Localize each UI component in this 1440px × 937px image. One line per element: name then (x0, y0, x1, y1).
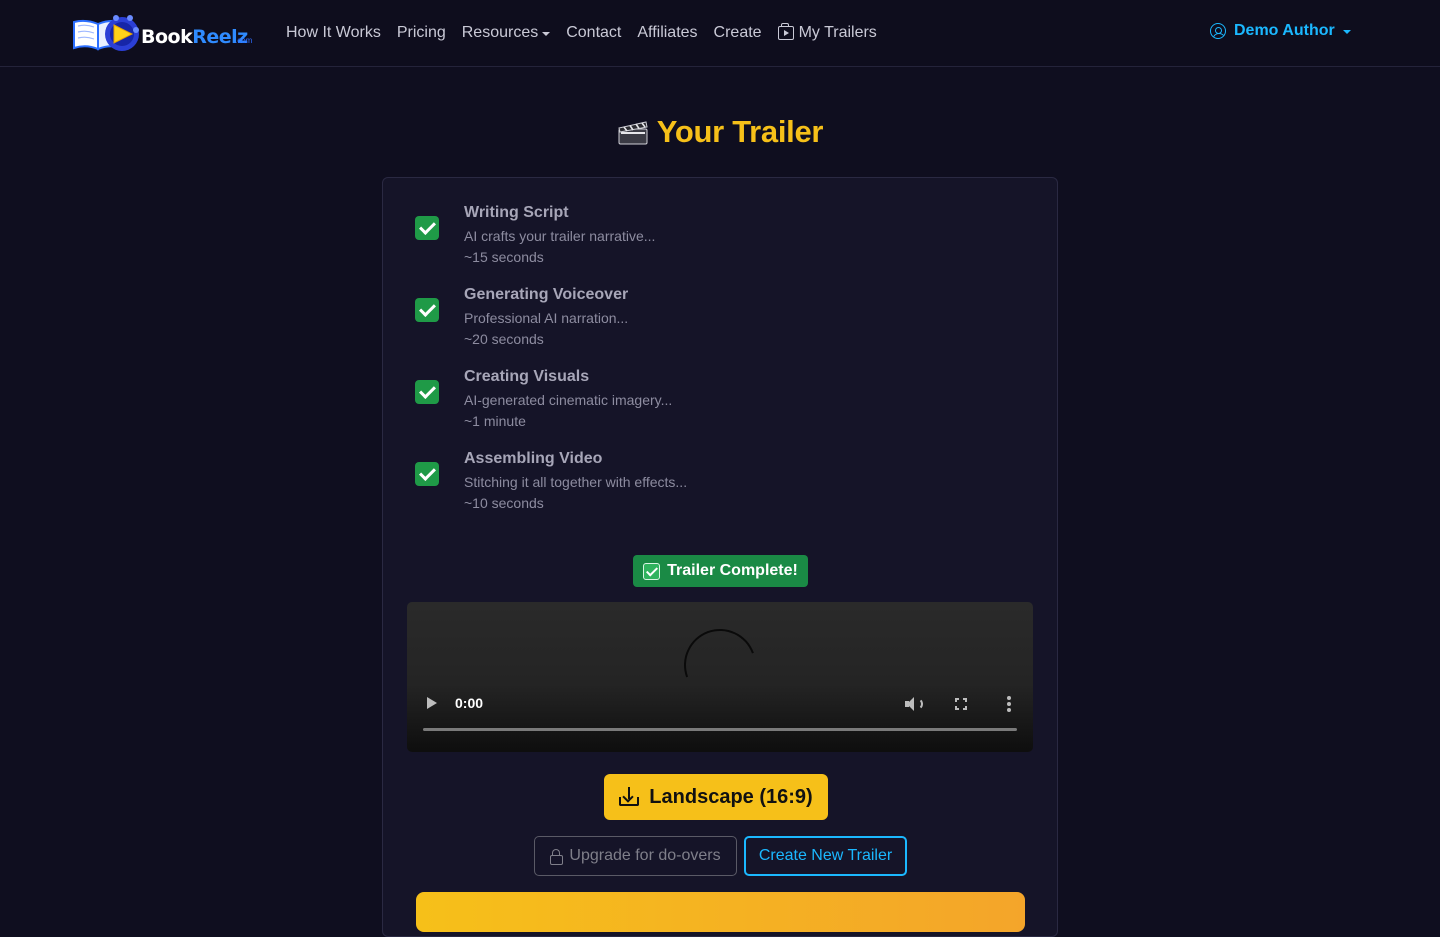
navbar: BookReelz .com How It Works Pricing Reso… (0, 0, 1440, 67)
status-badge-label: Trailer Complete! (667, 562, 798, 579)
video-time: 0:00 (455, 695, 484, 711)
download-landscape-button[interactable]: Landscape (16:9) (604, 774, 828, 820)
step-description: Stitching it all together with effects..… (464, 474, 688, 490)
nav-how-it-works[interactable]: How It Works (286, 24, 381, 42)
user-circle-icon (1210, 23, 1226, 39)
step-title: Assembling Video (464, 450, 603, 467)
page-title-text: Your Trailer (656, 114, 824, 149)
step-generating-voiceover: Generating Voiceover Professional AI nar… (415, 286, 975, 348)
loading-spinner-icon (672, 617, 768, 713)
download-label: Landscape (16:9) (649, 785, 813, 808)
step-description: Professional AI narration... (464, 310, 629, 326)
nav-my-trailers[interactable]: My Trailers (777, 23, 877, 42)
nav-pricing[interactable]: Pricing (397, 24, 446, 42)
step-title: Creating Visuals (464, 368, 590, 385)
nav-resources-dropdown[interactable]: Resources (461, 24, 551, 42)
page-title: Your Trailer (0, 114, 1440, 150)
create-new-trailer-button[interactable]: Create New Trailer (744, 836, 907, 876)
status-badge: Trailer Complete! (633, 555, 808, 587)
video-player[interactable]: 0:00 (407, 602, 1033, 752)
step-time: ~20 seconds (464, 331, 544, 347)
step-time: ~10 seconds (464, 495, 544, 511)
fullscreen-icon[interactable] (955, 698, 967, 710)
nav-my-trailers-label: My Trailers (798, 24, 877, 41)
chevron-down-icon (1342, 30, 1351, 34)
upgrade-button[interactable]: Upgrade for do-overs (534, 836, 737, 876)
step-time: ~15 seconds (464, 249, 544, 265)
video-progress-bar[interactable] (423, 728, 1017, 731)
volume-wave-icon (915, 698, 923, 710)
upgrade-label: Upgrade for do-overs (569, 847, 721, 864)
download-icon (619, 787, 640, 807)
brand-logo[interactable]: BookReelz .com (72, 12, 256, 54)
chevron-down-icon (542, 32, 551, 36)
check-icon (415, 216, 439, 240)
step-assembling-video: Assembling Video Stitching it all togeth… (415, 450, 975, 512)
step-description: AI-generated cinematic imagery... (464, 392, 673, 408)
nav-contact[interactable]: Contact (566, 24, 621, 42)
step-writing-script: Writing Script AI crafts your trailer na… (415, 204, 975, 266)
promo-banner[interactable] (416, 892, 1025, 932)
play-icon[interactable] (427, 697, 437, 709)
user-name: Demo Author (1234, 22, 1335, 39)
step-title: Writing Script (464, 204, 569, 221)
check-icon (643, 562, 661, 580)
nav-affiliates[interactable]: Affiliates (637, 24, 697, 42)
clapperboard-icon (618, 121, 648, 145)
check-icon (415, 298, 439, 322)
brand-name-part1: Book (141, 26, 193, 48)
nav-create[interactable]: Create (714, 24, 762, 42)
step-description: AI crafts your trailer narrative... (464, 228, 656, 244)
lock-icon (550, 848, 564, 865)
nav-links: How It Works Pricing Resources Contact A… (286, 22, 893, 44)
nav-resources-label: Resources (461, 24, 539, 41)
check-icon (415, 462, 439, 486)
brand-suffix: .com (235, 36, 253, 45)
step-time: ~1 minute (464, 413, 526, 429)
user-menu-dropdown[interactable]: Demo Author (1210, 22, 1351, 40)
check-icon (415, 380, 439, 404)
step-creating-visuals: Creating Visuals AI-generated cinematic … (415, 368, 975, 430)
step-title: Generating Voiceover (464, 286, 629, 303)
video-icon (777, 23, 794, 40)
brand-name: BookReelz (141, 26, 248, 48)
more-options-icon[interactable] (1007, 696, 1011, 712)
trailer-card: Writing Script AI crafts your trailer na… (382, 177, 1058, 937)
book-reel-icon (73, 15, 139, 51)
